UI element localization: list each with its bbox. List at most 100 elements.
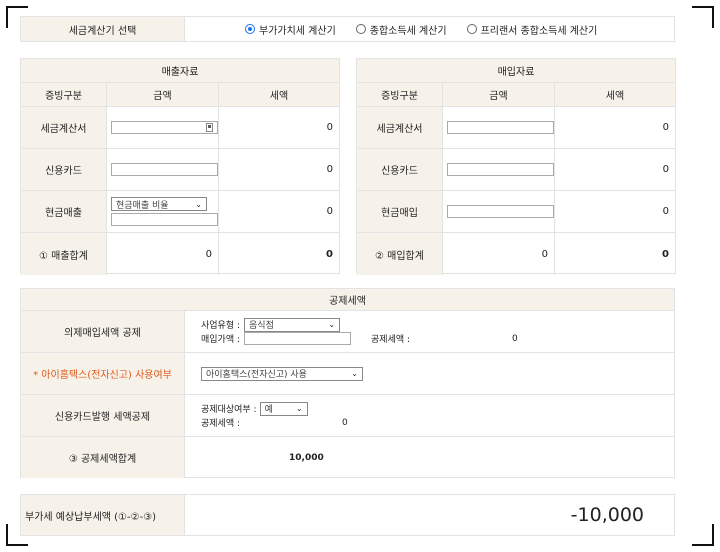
sales-table: 매출자료 증빙구분 금액 세액 세금계산서 ▪ 0 신용카드 0 현금매출 현금… <box>20 58 340 275</box>
sales-credit-card-input[interactable] <box>111 163 218 176</box>
deemed-purchase-row: 의제매입세액 공제 사업유형 : 음식점 ⌄ 매입가액 : 공제세액 : 0 <box>21 311 674 353</box>
deduction-target-select[interactable]: 예 ⌄ <box>259 401 308 416</box>
header-amount: 금액 <box>443 83 555 106</box>
header-amount: 금액 <box>107 83 219 106</box>
purchase-credit-card-input[interactable] <box>447 163 554 176</box>
sales-total-tax: 0 <box>326 248 333 260</box>
purchase-total-amount: 0 <box>443 233 555 275</box>
chevron-down-icon: ⌄ <box>351 369 358 378</box>
radio-label: 프리랜서 종합소득세 계산기 <box>480 25 598 37</box>
purchase-total-tax: 0 <box>662 248 669 260</box>
target-label: 공제대상여부 : <box>201 405 257 415</box>
header-evidence: 증빙구분 <box>357 83 443 106</box>
chevron-down-icon: ⌄ <box>295 404 303 413</box>
amount-cell <box>443 149 555 190</box>
calculator-icon[interactable]: ▪ <box>206 123 213 132</box>
tax-value: 0 <box>326 164 333 175</box>
deduct-label: 공제세액 : <box>371 335 411 345</box>
tax-value: 0 <box>326 206 333 217</box>
hometax-usage-select[interactable]: 아이홈택스(전자신고) 사용 ⌄ <box>201 366 363 381</box>
tax-value: 0 <box>326 122 333 133</box>
row-label: 현금매출 <box>21 191 107 232</box>
radio-unselected-icon[interactable] <box>355 24 366 34</box>
calculator-options: 부가가치세 계산기 종합소득세 계산기 프리랜서 종합소득세 계산기 <box>185 17 674 41</box>
card-issuance-fields: 공제대상여부 : 예 ⌄ 공제세액 : 0 <box>185 395 674 436</box>
hometax-row: * 아이홈택스(전자신고) 사용여부 아이홈택스(전자신고) 사용 ⌄ <box>21 353 674 395</box>
purchase-price-label: 매입가액 : <box>201 335 241 345</box>
amount-cell: 현금매출 비율 ⌄ <box>107 191 219 232</box>
sales-total-amount: 0 <box>107 233 219 275</box>
deduct-value: 0 <box>512 333 518 344</box>
card-deduct-line: 공제세액 : 0 <box>201 416 674 430</box>
tax-value: 0 <box>662 206 669 217</box>
amount-cell: ▪ <box>107 107 219 148</box>
purchase-table: 매입자료 증빙구분 금액 세액 세금계산서 0 신용카드 0 현금매입 0 ② … <box>356 58 676 275</box>
chevron-down-icon: ⌄ <box>195 199 202 209</box>
result-value: -10,000 <box>570 504 644 526</box>
sales-row-total: ① 매출합계 0 0 <box>21 233 339 275</box>
row-label: 신용카드발행 세액공제 <box>21 395 185 436</box>
amount-cell <box>443 191 555 232</box>
purchase-price-input[interactable] <box>244 332 352 345</box>
purchase-row-cash: 현금매입 0 <box>357 191 675 233</box>
purchase-price-line: 매입가액 : 공제세액 : 0 <box>201 332 674 346</box>
sales-cash-input[interactable] <box>111 213 218 226</box>
radio-label: 종합소득세 계산기 <box>369 25 447 37</box>
radio-income-tax-calculator[interactable]: 종합소득세 계산기 <box>355 22 447 37</box>
sales-row-credit-card: 신용카드 0 <box>21 149 339 191</box>
purchase-header: 증빙구분 금액 세액 <box>357 83 675 107</box>
target-line: 공제대상여부 : 예 ⌄ <box>201 401 674 416</box>
tax-value: 0 <box>662 122 669 133</box>
radio-vat-calculator[interactable]: 부가가치세 계산기 <box>245 22 336 37</box>
biz-type-line: 사업유형 : 음식점 ⌄ <box>201 317 674 332</box>
purchase-row-total: ② 매입합계 0 0 <box>357 233 675 275</box>
row-label: ③ 공제세액합계 <box>21 437 185 478</box>
row-label: 현금매입 <box>357 191 443 232</box>
sales-row-tax-invoice: 세금계산서 ▪ 0 <box>21 107 339 149</box>
sales-header: 증빙구분 금액 세액 <box>21 83 339 107</box>
purchase-row-tax-invoice: 세금계산서 0 <box>357 107 675 149</box>
row-label: ② 매입합계 <box>357 233 443 275</box>
select-value: 음식점 <box>249 321 274 331</box>
sales-row-cash: 현금매출 현금매출 비율 ⌄ 0 <box>21 191 339 233</box>
deduction-total-value: 10,000 <box>289 452 324 463</box>
purchase-row-credit-card: 신용카드 0 <box>357 149 675 191</box>
chevron-down-icon: ⌄ <box>328 320 336 329</box>
expected-vat-result: 부가세 예상납부세액 (①-②-③) -10,000 <box>20 494 675 536</box>
sales-title: 매출자료 <box>21 59 339 83</box>
radio-selected-icon[interactable] <box>245 24 255 34</box>
biz-type-label: 사업유형 : <box>201 321 241 331</box>
deduction-table: 공제세액 의제매입세액 공제 사업유형 : 음식점 ⌄ 매입가액 : 공제세액 … <box>20 288 675 478</box>
select-value: 아이홈택스(전자신고) 사용 <box>206 370 307 380</box>
amount-cell <box>443 107 555 148</box>
purchase-title: 매입자료 <box>357 59 675 83</box>
select-value: 현금매출 비율 <box>116 200 169 211</box>
frame-corner-bottom-right <box>692 524 714 546</box>
radio-unselected-icon[interactable] <box>466 24 477 34</box>
header-evidence: 증빙구분 <box>21 83 107 106</box>
row-label: ① 매출합계 <box>21 233 107 275</box>
header-tax: 세액 <box>269 91 289 102</box>
sales-tax-invoice-input[interactable]: ▪ <box>111 121 218 134</box>
calculator-selector: 세금계산기 선택 부가가치세 계산기 종합소득세 계산기 프리랜서 종합소득세 … <box>20 16 675 42</box>
deduct-value: 0 <box>342 417 348 428</box>
selector-label: 세금계산기 선택 <box>21 17 185 41</box>
deduction-title: 공제세액 <box>21 289 674 311</box>
row-label: 신용카드 <box>21 149 107 190</box>
purchase-tax-invoice-input[interactable] <box>447 121 554 134</box>
amount-cell <box>107 149 219 190</box>
frame-corner-top-right <box>692 6 714 28</box>
purchase-cash-input[interactable] <box>447 205 554 218</box>
row-label: 세금계산서 <box>21 107 107 148</box>
biz-type-select[interactable]: 음식점 ⌄ <box>244 317 341 332</box>
card-issuance-row: 신용카드발행 세액공제 공제대상여부 : 예 ⌄ 공제세액 : 0 <box>21 395 674 437</box>
radio-freelancer-calculator[interactable]: 프리랜서 종합소득세 계산기 <box>466 22 598 37</box>
cash-sales-ratio-select[interactable]: 현금매출 비율 ⌄ <box>111 197 207 211</box>
deemed-purchase-fields: 사업유형 : 음식점 ⌄ 매입가액 : 공제세액 : 0 <box>185 311 674 352</box>
row-label: * 아이홈택스(전자신고) 사용여부 <box>21 353 185 394</box>
row-label: 세금계산서 <box>357 107 443 148</box>
deduction-total-row: ③ 공제세액합계 10,000 <box>21 437 674 478</box>
hometax-fields: 아이홈택스(전자신고) 사용 ⌄ <box>185 353 674 394</box>
result-label: 부가세 예상납부세액 (①-②-③) <box>21 495 185 535</box>
tax-value: 0 <box>662 164 669 175</box>
